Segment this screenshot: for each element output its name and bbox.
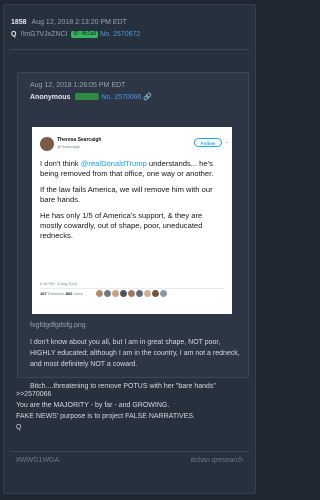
tweet-divider bbox=[40, 288, 224, 289]
avatar bbox=[152, 290, 159, 297]
post-header: 1858 Aug 12, 2018 2:13:20 PM EDT bbox=[11, 17, 127, 28]
quoted-paragraph: I don't know about you all, but I am in … bbox=[30, 339, 240, 368]
tweet-text-a: I don't think bbox=[40, 159, 81, 168]
tweet-paragraph: I don't think @realDonaldTrump understan… bbox=[40, 159, 226, 179]
tweet-author-name: Theresa Searcaigh bbox=[57, 137, 102, 143]
tweet-author-handle: @Tsearcaigh bbox=[57, 144, 81, 149]
quoted-body: I don't know about you all, but I am in … bbox=[30, 337, 242, 379]
quoted-post: Aug 12, 2018 1:26:05 PM EDT Anonymous No… bbox=[17, 72, 249, 390]
post-date: Aug 12, 2018 2:13:20 PM EDT bbox=[31, 19, 127, 26]
quoted-id-badge bbox=[75, 93, 100, 100]
like-count: 862 bbox=[65, 291, 73, 296]
tweet-screenshot[interactable]: Theresa Searcaigh @Tsearcaigh Follow ⌄ I… bbox=[32, 127, 232, 314]
post-line: FAKE NEWS' purpose is to project FALSE N… bbox=[16, 413, 195, 420]
header-divider bbox=[10, 49, 249, 50]
id-badge: ID: 4fc2a8 bbox=[71, 31, 99, 38]
avatar bbox=[144, 290, 151, 297]
avatar bbox=[128, 290, 135, 297]
quoted-post-link[interactable]: No. 2570066 bbox=[101, 94, 141, 101]
quoted-author-line: Anonymous No. 2570066 🔗 bbox=[30, 93, 152, 103]
avatar bbox=[104, 290, 111, 297]
tweet-timestamp: 5:16 PM - 8 Aug 2018 bbox=[40, 282, 77, 286]
post-author-line: Q !!mG7VJxZNCI ID: 4fc2a8 No. 2570672 bbox=[11, 29, 140, 40]
tweet-text: I don't think @realDonaldTrump understan… bbox=[40, 159, 226, 247]
reply-reference[interactable]: >>2570066 bbox=[16, 389, 251, 400]
avatar bbox=[96, 290, 103, 297]
hashtag: #WWG1WGA bbox=[16, 457, 60, 464]
retweet-count: 107 bbox=[40, 291, 47, 296]
footer-divider bbox=[10, 451, 249, 452]
avatar bbox=[136, 290, 143, 297]
post-body: >>2570066 You are the MAJORITY - by far … bbox=[16, 389, 251, 433]
follow-button: Follow bbox=[194, 138, 222, 147]
source-label: 8chan qresearch bbox=[190, 457, 243, 464]
avatar bbox=[160, 290, 167, 297]
post-card: 1858 Aug 12, 2018 2:13:20 PM EDT Q !!mG7… bbox=[3, 4, 256, 494]
tweet-paragraph: He has only 1/5 of America's support, & … bbox=[40, 211, 203, 240]
avatar bbox=[112, 290, 119, 297]
post-line: You are the MAJORITY - by far - and GROW… bbox=[16, 402, 170, 409]
tripcode: !!mG7VJxZNCI bbox=[20, 31, 68, 38]
chevron-down-icon: ⌄ bbox=[224, 139, 229, 145]
tweet-mention: @realDonaldTrump bbox=[80, 159, 147, 168]
author-name: Q bbox=[11, 31, 17, 38]
avatar bbox=[40, 137, 54, 151]
quoted-author-name: Anonymous bbox=[30, 94, 71, 101]
quoted-date: Aug 12, 2018 1:26:05 PM EDT bbox=[30, 82, 126, 89]
tweet-paragraph: If the law fails America, we will remove… bbox=[40, 185, 213, 204]
tweet-stats: 107 Retweets 862 Likes bbox=[40, 291, 83, 296]
link-icon[interactable]: 🔗 bbox=[143, 94, 152, 101]
retweet-label: Retweets bbox=[47, 291, 65, 296]
post-number: 1858 bbox=[11, 19, 27, 26]
post-number-link[interactable]: No. 2570672 bbox=[100, 31, 140, 38]
like-label: Likes bbox=[73, 291, 83, 296]
liker-avatars bbox=[96, 290, 168, 299]
avatar bbox=[120, 290, 127, 297]
post-signature: Q bbox=[16, 424, 22, 431]
file-name[interactable]: fxgfdgdfgdsfg.png bbox=[30, 322, 86, 329]
